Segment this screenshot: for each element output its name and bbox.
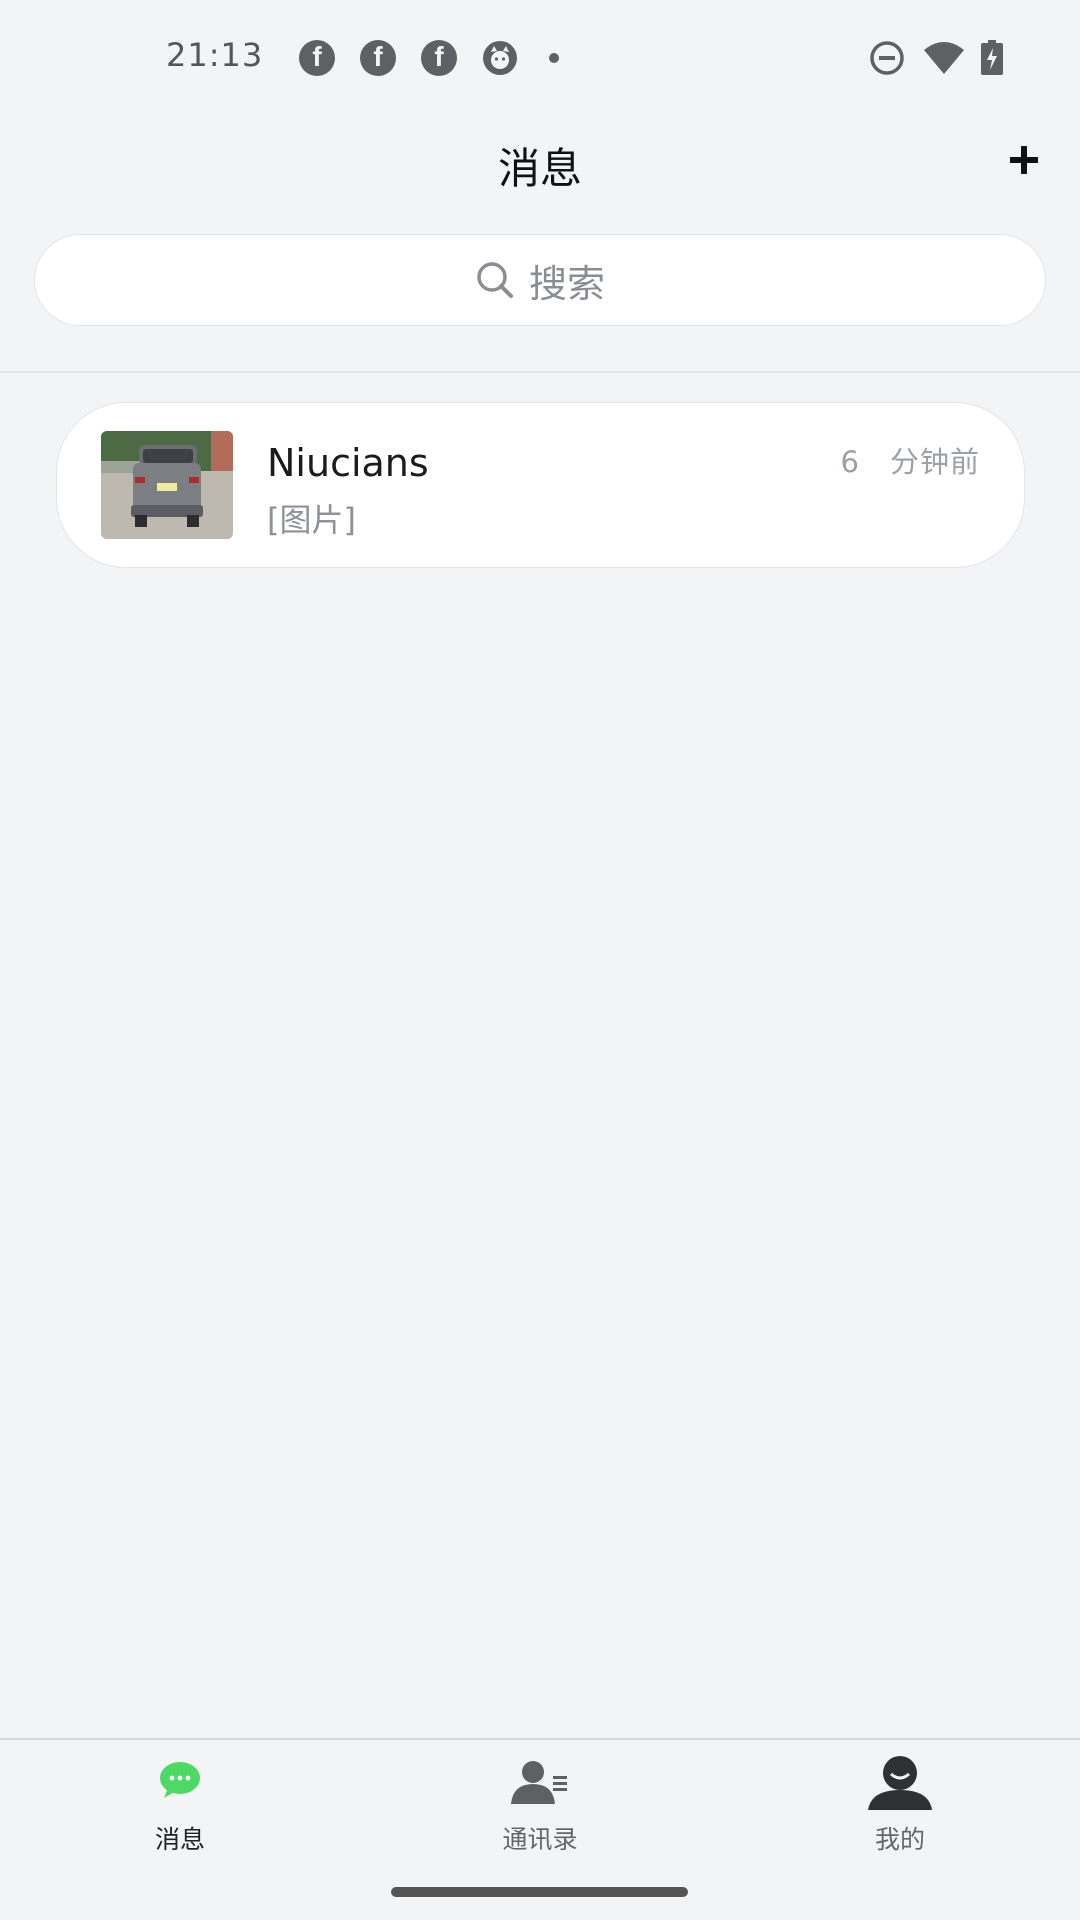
search-icon xyxy=(477,262,513,298)
tab-profile[interactable]: 我的 xyxy=(800,1756,1000,1860)
conversation-item[interactable]: Niucians [图片] 6 分钟前 xyxy=(56,402,1025,568)
facebook-icon xyxy=(421,40,457,76)
add-button[interactable] xyxy=(1002,136,1046,182)
conversation-name: Niucians xyxy=(267,441,429,485)
conversation-time: 6 分钟前 xyxy=(840,445,980,479)
contacts-icon xyxy=(511,1761,567,1804)
do-not-disturb-icon xyxy=(870,41,904,75)
cat-app-icon xyxy=(483,41,517,75)
search-placeholder: 搜索 xyxy=(528,261,605,306)
profile-icon xyxy=(868,1756,932,1810)
divider xyxy=(0,371,1080,373)
conversation-avatar xyxy=(101,431,233,539)
tab-messages-label: 消息 xyxy=(154,1825,205,1854)
notification-dot-icon xyxy=(549,53,559,63)
tab-messages[interactable]: 消息 xyxy=(80,1760,280,1860)
conversation-preview: [图片] xyxy=(267,501,356,539)
tab-contacts[interactable]: 通讯录 xyxy=(440,1760,640,1860)
battery-charging-icon xyxy=(981,40,1003,75)
facebook-icon xyxy=(360,40,396,76)
home-indicator[interactable] xyxy=(391,1887,688,1897)
wifi-icon xyxy=(924,42,964,74)
tab-profile-label: 我的 xyxy=(874,1825,925,1854)
search-bar[interactable]: 搜索 xyxy=(34,234,1046,326)
chat-bubble-icon xyxy=(160,1762,200,1798)
tab-contacts-label: 通讯录 xyxy=(502,1825,578,1854)
facebook-icon xyxy=(299,40,335,76)
status-bar: 21:13 xyxy=(0,0,1080,110)
messages-screen: 21:13 消息 xyxy=(0,0,1080,1920)
status-time: 21:13 xyxy=(166,36,264,74)
page-title: 消息 xyxy=(497,144,582,193)
